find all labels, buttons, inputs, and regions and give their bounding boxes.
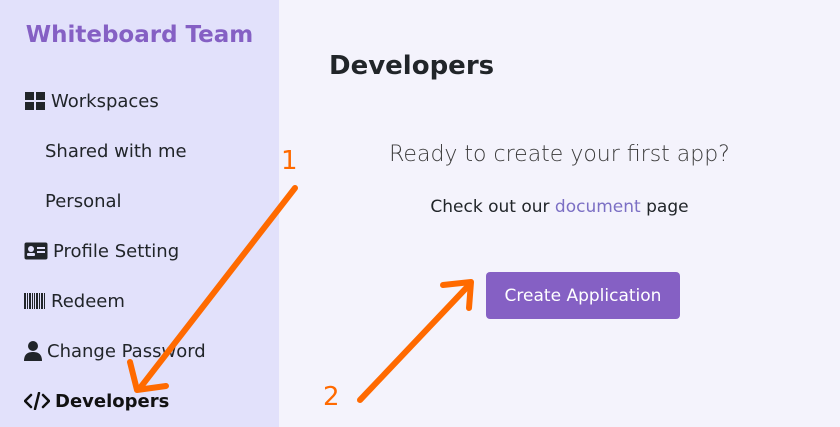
grid-icon bbox=[24, 92, 46, 110]
create-application-button[interactable]: Create Application bbox=[486, 272, 680, 319]
sidebar-item-personal[interactable]: Personal bbox=[45, 186, 122, 216]
brand-title: Whiteboard Team bbox=[25, 22, 254, 48]
sidebar-item-label: Profile Setting bbox=[53, 240, 180, 262]
main-content: Developers Ready to create your first ap… bbox=[279, 0, 840, 427]
sidebar-item-workspaces[interactable]: Workspaces bbox=[24, 86, 159, 116]
step-label-2: 2 bbox=[323, 382, 340, 412]
sidebar-item-label: Redeem bbox=[51, 290, 125, 312]
sidebar-item-label: Workspaces bbox=[51, 90, 159, 112]
page-title: Developers bbox=[329, 51, 495, 81]
step-label-1: 1 bbox=[281, 146, 298, 176]
sidebar-item-label: Developers bbox=[55, 390, 170, 412]
sidebar-item-change-password[interactable]: Change Password bbox=[24, 336, 206, 366]
id-card-icon bbox=[24, 242, 48, 260]
sidebar-item-redeem[interactable]: Redeem bbox=[24, 286, 125, 316]
code-icon bbox=[24, 392, 50, 410]
document-link[interactable]: document bbox=[555, 197, 641, 217]
document-prefix: Check out our bbox=[430, 197, 550, 217]
sidebar-item-label: Shared with me bbox=[45, 140, 187, 162]
document-line: Check out our document page bbox=[279, 197, 840, 217]
sidebar-item-label: Change Password bbox=[47, 340, 206, 362]
sidebar-item-developers[interactable]: Developers bbox=[24, 386, 169, 416]
sidebar: Whiteboard Team Workspaces Shared with m… bbox=[0, 0, 279, 427]
sidebar-item-label: Personal bbox=[45, 190, 122, 212]
user-icon bbox=[24, 341, 42, 361]
app-window: Whiteboard Team Workspaces Shared with m… bbox=[0, 0, 840, 427]
lead-text: Ready to create your first app? bbox=[389, 142, 730, 167]
document-suffix: page bbox=[646, 197, 689, 217]
sidebar-item-shared-with-me[interactable]: Shared with me bbox=[45, 136, 187, 166]
barcode-icon bbox=[24, 292, 46, 310]
sidebar-item-profile-setting[interactable]: Profile Setting bbox=[24, 236, 179, 266]
